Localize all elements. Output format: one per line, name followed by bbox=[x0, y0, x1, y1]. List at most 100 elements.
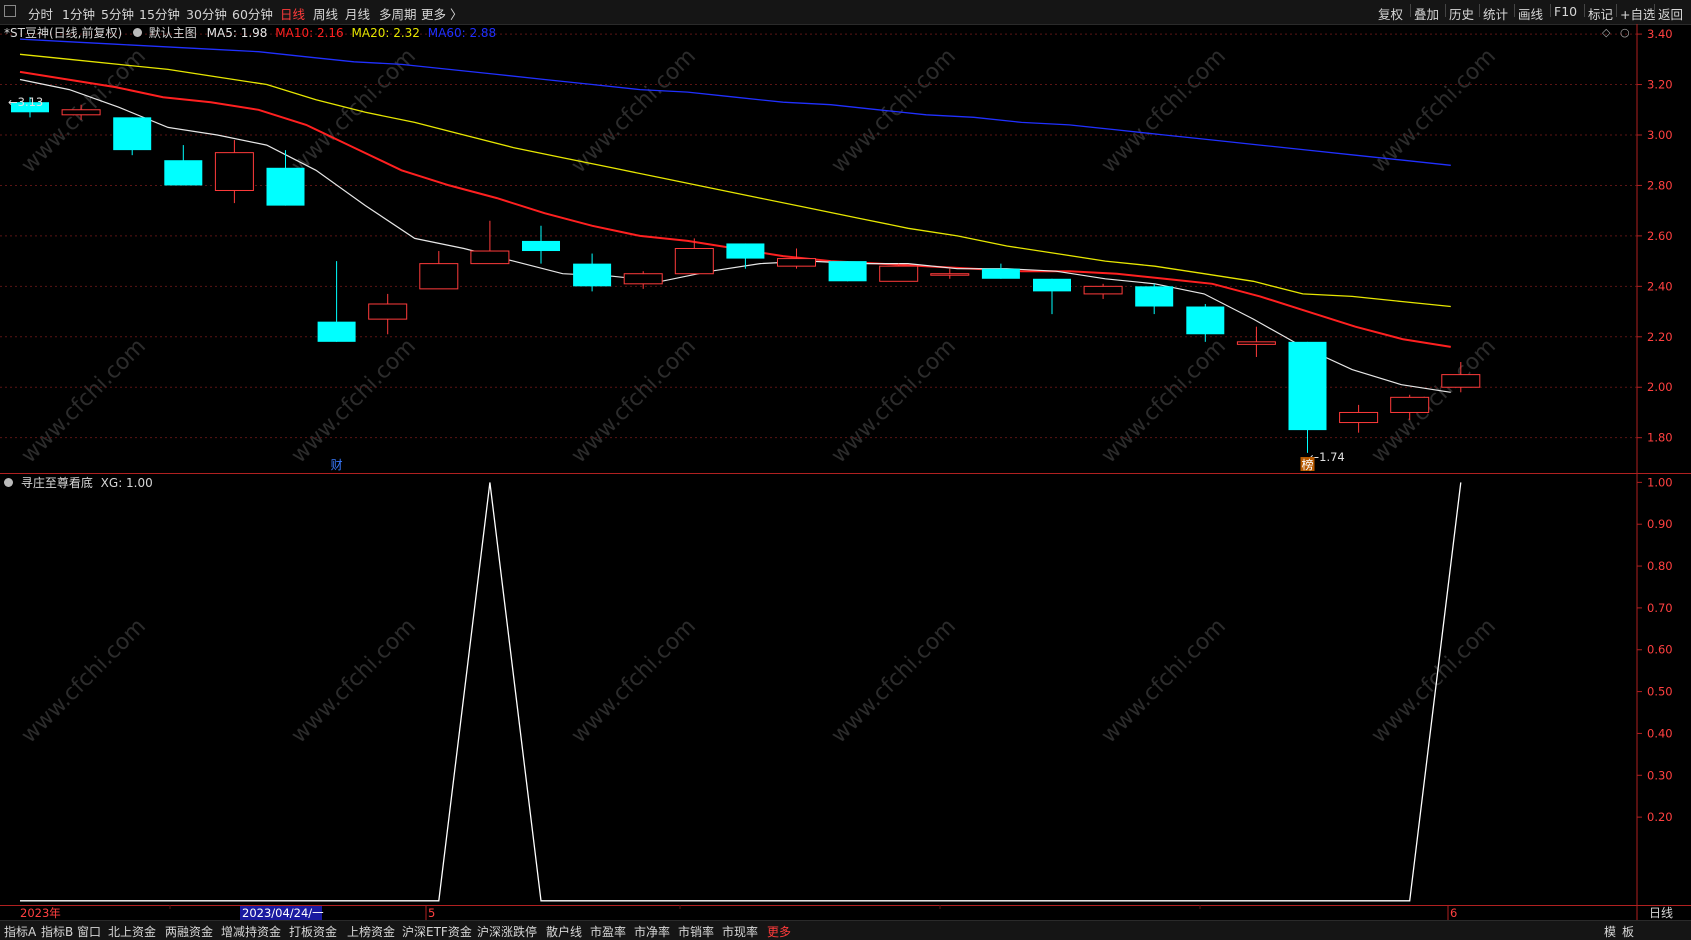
candle-body-up bbox=[879, 265, 919, 282]
period-tab-8[interactable]: 月线 bbox=[345, 4, 370, 23]
period-tab-0[interactable]: 分时 bbox=[28, 4, 53, 23]
watermark-text: www.cfchi.com bbox=[827, 334, 961, 468]
bottom-tab-0[interactable]: 指标A bbox=[4, 923, 36, 940]
indicator-tick-label: 1.00 bbox=[1647, 475, 1673, 489]
bottom-tab-5[interactable]: 增减持资金 bbox=[221, 923, 281, 940]
candle-body-down bbox=[113, 117, 152, 151]
x-axis-start-label: 2023年 bbox=[20, 906, 61, 920]
bottom-tab-7[interactable]: 上榜资金 bbox=[347, 923, 395, 940]
candle-body-up bbox=[623, 273, 663, 285]
moving-average-lines bbox=[19, 38, 1451, 393]
candle-body-up bbox=[674, 248, 714, 275]
bottom-tab-12[interactable]: 市净率 bbox=[634, 923, 670, 940]
watermark-text: www.cfchi.com bbox=[567, 44, 701, 178]
candle-body-down bbox=[522, 240, 560, 252]
toolbar-button-1[interactable]: 叠加 bbox=[1414, 4, 1439, 23]
period-tab-2[interactable]: 5分钟 bbox=[101, 4, 134, 23]
bottom-tab-14[interactable]: 市现率 bbox=[722, 923, 758, 940]
bottom-tab-3[interactable]: 北上资金 bbox=[108, 923, 156, 940]
settings-circle-icon[interactable] bbox=[132, 28, 142, 37]
main-chart-label[interactable]: 默认主图 bbox=[149, 26, 197, 40]
candle-body-down bbox=[981, 268, 1020, 279]
low-price-label: ←1.74 bbox=[1310, 450, 1345, 464]
ma5-value: MA5: 1.98 bbox=[206, 26, 268, 40]
bottom-tab-1[interactable]: 指标B bbox=[41, 923, 73, 940]
ma60-value: MA60: 2.88 bbox=[427, 26, 497, 40]
candle-body-up bbox=[470, 250, 510, 265]
main-chart-header: *ST豆神(日线,前复权) 默认主图 MA5: 1.98 MA10: 2.16 … bbox=[4, 24, 496, 41]
ma20-value: MA20: 2.32 bbox=[351, 26, 420, 40]
watermark-text: www.cfchi.com bbox=[1367, 334, 1501, 468]
xg-indicator-line bbox=[20, 482, 1462, 902]
indicator-xg-value: XG: 1.00 bbox=[100, 476, 153, 490]
billboard-marker: 榜 bbox=[1302, 457, 1314, 472]
watermark-text: www.cfchi.com bbox=[1367, 614, 1501, 748]
candlestick-series bbox=[11, 97, 1481, 453]
window-menu-icon[interactable] bbox=[4, 5, 16, 17]
candle-body-up bbox=[61, 109, 101, 116]
toolbar-separator bbox=[1654, 4, 1655, 17]
circle-icon[interactable]: ○ bbox=[1620, 26, 1630, 39]
stock-title[interactable]: *ST豆神(日线,前复权) bbox=[4, 26, 122, 40]
toolbar-button-4[interactable]: 画线 bbox=[1518, 4, 1543, 23]
chart-area[interactable]: www.cfchi.com www.cfchi.com www.cfchi.com w… bbox=[0, 24, 1691, 920]
bottom-tab-2[interactable]: 窗口 bbox=[77, 923, 101, 940]
period-tab-7[interactable]: 周线 bbox=[313, 4, 338, 23]
bottom-right-button-1[interactable]: 板 bbox=[1622, 923, 1634, 940]
date-x-axis: 2023年 2023/04/24/一 5 6 日线 bbox=[20, 905, 1673, 920]
indicator-y-axis: 1.00 0.90 0.80 0.70 0.60 0.50 0.40 0.30 0.20 bbox=[1637, 475, 1673, 824]
bottom-tab-6[interactable]: 打板资金 bbox=[289, 923, 337, 940]
candle-body-down bbox=[1033, 278, 1071, 292]
indicator-circle-icon[interactable] bbox=[4, 478, 13, 487]
toolbar-button-3[interactable]: 统计 bbox=[1483, 4, 1508, 23]
bottom-tab-9[interactable]: 沪深涨跌停 bbox=[477, 923, 537, 940]
price-tick-label: 2.40 bbox=[1647, 279, 1673, 293]
bottom-right-button-0[interactable]: 模 bbox=[1604, 923, 1616, 940]
finance-marker: 财 bbox=[331, 458, 343, 472]
toolbar-button-8[interactable]: 返回 bbox=[1658, 4, 1683, 23]
chart-corner-controls: ◇ ○ bbox=[1602, 26, 1630, 39]
price-tick-label: 2.20 bbox=[1647, 330, 1673, 344]
bottom-tab-10[interactable]: 散户线 bbox=[546, 923, 582, 940]
indicator-tick-label: 0.80 bbox=[1647, 559, 1673, 573]
watermark-text: www.cfchi.com bbox=[567, 614, 701, 748]
toolbar-button-6[interactable]: 标记 bbox=[1588, 4, 1613, 23]
period-tab-4[interactable]: 30分钟 bbox=[186, 4, 227, 23]
candle-body-up bbox=[1339, 411, 1379, 424]
bottom-tab-11[interactable]: 市盈率 bbox=[590, 923, 626, 940]
diamond-icon[interactable]: ◇ bbox=[1602, 26, 1610, 39]
indicator-header: 寻庄至尊看底 XG: 1.00 bbox=[4, 474, 153, 491]
period-tab-10[interactable]: 更多 〉 bbox=[421, 4, 462, 23]
period-tab-5[interactable]: 60分钟 bbox=[232, 4, 273, 23]
toolbar-button-2[interactable]: 历史 bbox=[1449, 4, 1474, 23]
period-tab-9[interactable]: 多周期 bbox=[379, 4, 417, 23]
period-tab-1[interactable]: 1分钟 bbox=[62, 4, 95, 23]
candle-body-down bbox=[573, 263, 612, 287]
candle-body-down bbox=[726, 243, 765, 259]
candle-body-down bbox=[266, 167, 305, 206]
bottom-tab-4[interactable]: 两融资金 bbox=[165, 923, 213, 940]
toolbar-separator bbox=[1550, 4, 1551, 17]
bottom-tab-13[interactable]: 市销率 bbox=[678, 923, 714, 940]
price-tick-label: 2.80 bbox=[1647, 178, 1673, 192]
watermark-text: www.cfchi.com bbox=[1097, 614, 1231, 748]
period-tab-6[interactable]: 日线 bbox=[280, 4, 305, 23]
price-tick-label: 2.00 bbox=[1647, 380, 1673, 394]
cursor-date-label: 2023/04/24/一 bbox=[242, 906, 324, 920]
toolbar-button-7[interactable]: +自选 bbox=[1620, 4, 1655, 23]
toolbar-separator bbox=[1514, 4, 1515, 17]
bottom-tab-8[interactable]: 沪深ETF资金 bbox=[402, 923, 472, 940]
toolbar-separator bbox=[1584, 4, 1585, 17]
bottom-tab-15[interactable]: 更多 bbox=[767, 923, 791, 940]
price-tick-label: 3.20 bbox=[1647, 78, 1673, 92]
ma10-line bbox=[19, 70, 1451, 348]
x-axis-month-5: 5 bbox=[428, 906, 435, 920]
x-axis-month-6: 6 bbox=[1450, 906, 1457, 920]
candle-body-up bbox=[930, 273, 970, 276]
period-tab-3[interactable]: 15分钟 bbox=[139, 4, 180, 23]
indicator-name[interactable]: 寻庄至尊看底 bbox=[21, 476, 93, 490]
watermark-text: www.cfchi.com bbox=[287, 614, 421, 748]
watermark-text: www.cfchi.com bbox=[1097, 44, 1231, 178]
toolbar-button-0[interactable]: 复权 bbox=[1378, 4, 1403, 23]
toolbar-button-5[interactable]: F10 bbox=[1554, 4, 1577, 19]
